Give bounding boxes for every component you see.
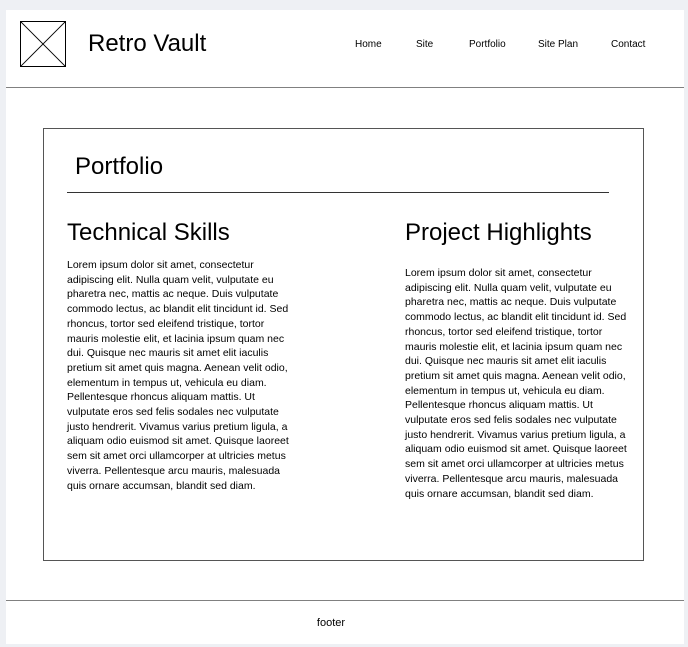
page-title: Portfolio (75, 153, 164, 180)
nav-item-portfolio[interactable]: Portfolio (469, 38, 506, 51)
site-header: Retro Vault Home Site Portfolio Site Pla… (6, 10, 684, 88)
technical-skills-heading: Technical Skills (67, 219, 230, 246)
nav-item-site-plan[interactable]: Site Plan (538, 38, 578, 51)
nav-item-home[interactable]: Home (355, 38, 382, 51)
image-placeholder-icon[interactable] (20, 21, 66, 67)
technical-skills-text: Lorem ipsum dolor sit amet, consectetur … (67, 259, 289, 492)
nav-item-contact[interactable]: Contact (611, 38, 645, 51)
site-footer: footer (6, 600, 684, 645)
project-highlights-heading: Project Highlights (405, 219, 592, 246)
footer-text: footer (316, 617, 346, 629)
page: Retro Vault Home Site Portfolio Site Pla… (6, 10, 684, 644)
project-highlights-text: Lorem ipsum dolor sit amet, consectetur … (405, 267, 627, 500)
main-content: Portfolio Technical Skills Lorem ipsum d… (43, 128, 644, 561)
title-divider (67, 192, 609, 193)
site-title: Retro Vault (88, 30, 207, 57)
nav-item-site[interactable]: Site (416, 38, 433, 51)
